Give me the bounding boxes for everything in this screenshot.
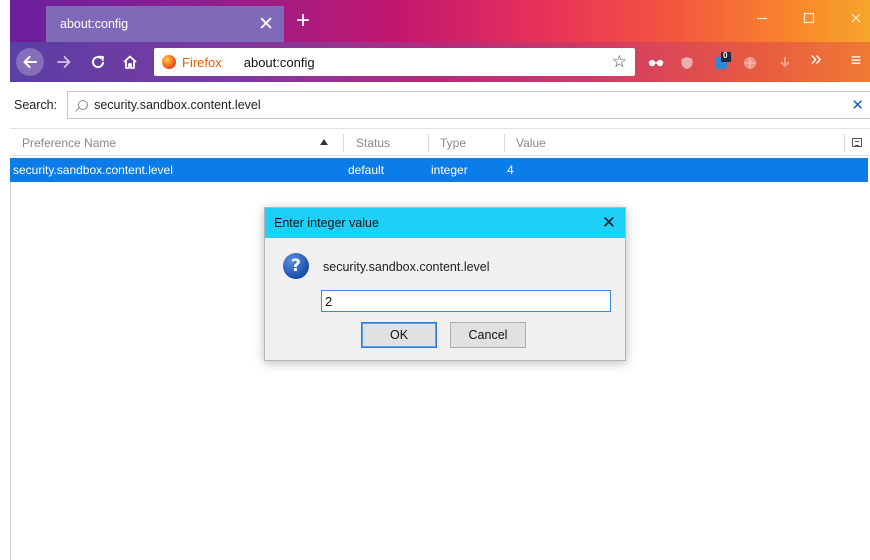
new-tab-button[interactable]: +: [290, 6, 316, 36]
notification-badge: 0: [723, 51, 728, 60]
forward-button[interactable]: [52, 50, 76, 74]
tab-close-icon[interactable]: ✕: [258, 15, 274, 34]
enter-integer-dialog: Enter integer value ✕ ? security.sandbox…: [264, 207, 626, 361]
search-box[interactable]: ✕: [67, 91, 870, 119]
minimize-icon[interactable]: [752, 12, 772, 27]
dialog-title-bar[interactable]: Enter integer value ✕: [265, 208, 625, 238]
search-icon: [78, 100, 89, 110]
content-left-border: [10, 182, 11, 560]
question-icon: ?: [283, 253, 309, 279]
search-input[interactable]: [94, 98, 870, 112]
home-button[interactable]: [118, 50, 142, 74]
window-close-icon[interactable]: [846, 12, 866, 27]
tab-about-config[interactable]: about:config ✕: [46, 6, 284, 42]
column-status[interactable]: Status: [356, 129, 390, 157]
config-search-row: Search: ✕: [10, 90, 870, 120]
site-identity[interactable]: Firefox: [162, 55, 222, 70]
dialog-close-icon[interactable]: ✕: [602, 213, 616, 233]
maximize-icon[interactable]: [799, 12, 819, 27]
notification-extension-icon[interactable]: 0: [714, 51, 732, 70]
column-type[interactable]: Type: [440, 129, 466, 157]
navigation-toolbar: Firefox about:config ☆ 0 » ≡: [10, 42, 870, 82]
row-status: default: [348, 163, 385, 177]
row-preference-name: security.sandbox.content.level: [13, 163, 173, 177]
reload-icon: [92, 55, 105, 69]
overflow-chevron-icon[interactable]: »: [806, 47, 826, 71]
column-divider[interactable]: [343, 134, 344, 152]
column-divider[interactable]: [504, 134, 505, 152]
download-extension-icon[interactable]: [778, 56, 792, 70]
bookmark-star-icon[interactable]: ☆: [612, 52, 627, 72]
dialog-title: Enter integer value: [274, 216, 379, 230]
url-bar[interactable]: Firefox about:config ☆: [154, 48, 635, 76]
column-value[interactable]: Value: [516, 129, 546, 157]
home-icon: [123, 55, 137, 69]
url-text[interactable]: about:config: [244, 55, 612, 70]
back-arrow-icon: [23, 56, 37, 68]
menu-hamburger-icon[interactable]: ≡: [846, 48, 866, 72]
search-label: Search:: [14, 98, 58, 112]
row-value: 4: [507, 163, 514, 177]
column-picker-icon[interactable]: [852, 138, 862, 147]
ublock-shield-icon[interactable]: [680, 56, 694, 70]
sort-ascending-icon[interactable]: [320, 139, 328, 145]
cancel-button[interactable]: Cancel: [450, 322, 526, 348]
forward-arrow-icon: [57, 56, 71, 68]
column-divider[interactable]: [428, 134, 429, 152]
back-button[interactable]: [16, 48, 44, 76]
table-row[interactable]: security.sandbox.content.level default i…: [10, 158, 868, 182]
globe-extension-icon[interactable]: [743, 56, 757, 70]
dialog-message: security.sandbox.content.level: [323, 260, 490, 274]
integer-value-input[interactable]: [321, 290, 611, 312]
glasses-extension-icon[interactable]: [648, 56, 664, 70]
clear-search-icon[interactable]: ✕: [851, 96, 864, 114]
title-bar: about:config ✕ +: [10, 0, 870, 42]
firefox-logo-icon: [162, 55, 176, 69]
ok-button[interactable]: OK: [361, 322, 437, 348]
identity-label: Firefox: [182, 54, 222, 70]
tab-title: about:config: [60, 17, 129, 31]
preferences-table-header: Preference Name Status Type Value: [10, 128, 870, 156]
row-type: integer: [431, 163, 468, 177]
reload-button[interactable]: [86, 50, 110, 74]
column-divider[interactable]: [844, 134, 845, 152]
column-preference-name[interactable]: Preference Name: [22, 129, 116, 157]
